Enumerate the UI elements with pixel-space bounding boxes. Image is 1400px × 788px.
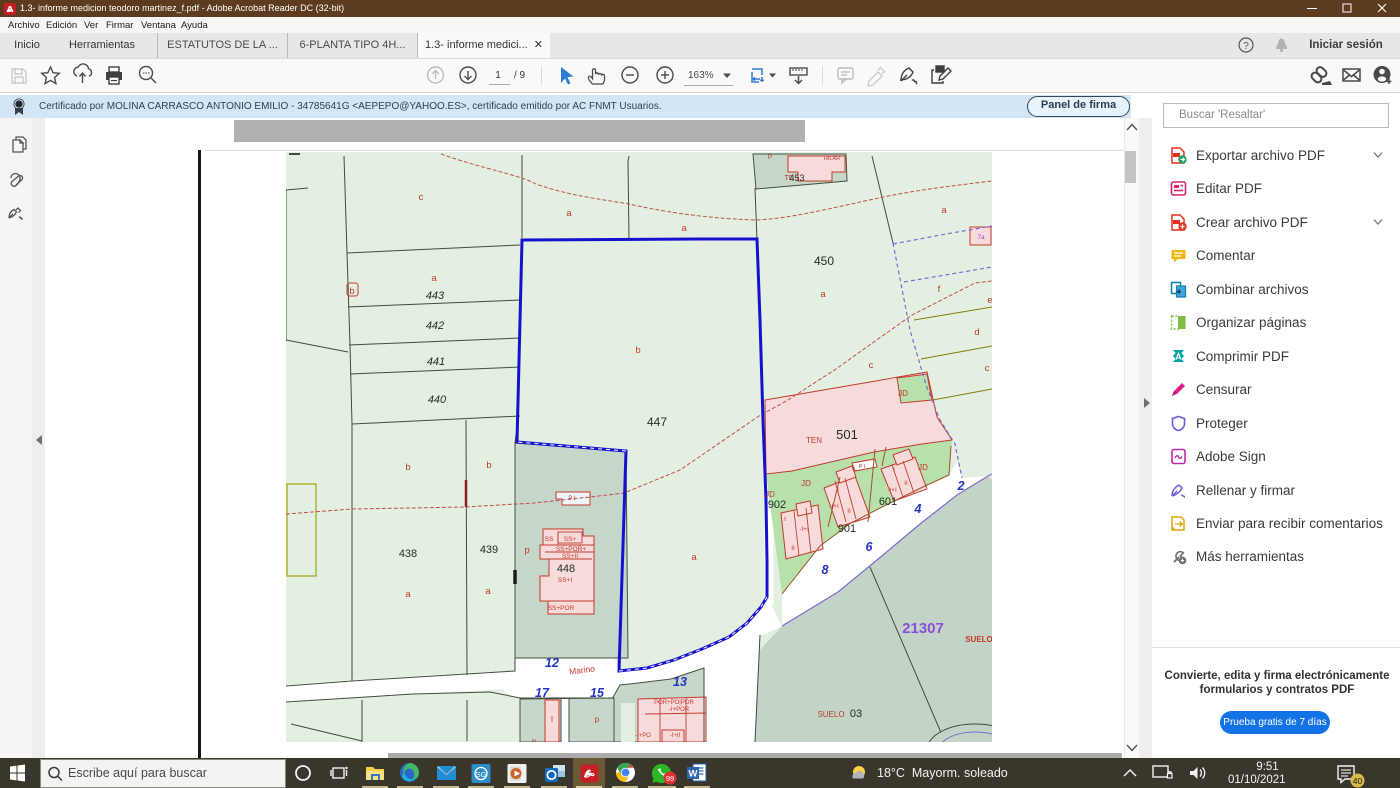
svg-text:b: b xyxy=(486,460,491,471)
svg-text:e: e xyxy=(987,295,992,306)
svg-text:POR+PO|POR: POR+PO|POR xyxy=(654,700,694,706)
svg-text:443: 443 xyxy=(426,290,445,302)
svg-text:2: 2 xyxy=(957,479,965,493)
svg-text:II: II xyxy=(791,545,795,552)
svg-text:442: 442 xyxy=(426,320,444,332)
svg-text:1: 1 xyxy=(495,70,501,81)
svg-text:II: II xyxy=(847,508,851,515)
svg-text:I: I xyxy=(893,467,895,474)
svg-text:a: a xyxy=(820,289,826,300)
svg-text:902: 902 xyxy=(768,499,786,511)
svg-text:163%: 163% xyxy=(688,70,714,81)
svg-text:f: f xyxy=(938,284,941,295)
svg-text:SS+POR: SS+POR xyxy=(548,605,575,612)
svg-text:6: 6 xyxy=(866,540,874,554)
svg-text:-I+II: -I+II xyxy=(670,733,681,739)
svg-text:40: 40 xyxy=(1353,776,1363,786)
svg-text:441: 441 xyxy=(427,356,445,368)
svg-text:P I: P I xyxy=(568,496,576,502)
svg-text:-I+I: -I+I xyxy=(799,526,809,533)
svg-text:p: p xyxy=(595,715,600,724)
svg-text:P: P xyxy=(768,155,772,161)
svg-text:b: b xyxy=(349,286,354,297)
svg-text:-I+I: -I+I xyxy=(829,503,839,510)
svg-text:03: 03 xyxy=(850,708,862,720)
svg-text:a: a xyxy=(681,223,687,234)
svg-text:d: d xyxy=(974,327,979,338)
svg-text:-I+POR: -I+POR xyxy=(669,707,690,713)
svg-text:901: 901 xyxy=(838,523,856,535)
svg-text:b: b xyxy=(405,462,410,473)
svg-text:II: II xyxy=(904,480,908,487)
svg-text:448: 448 xyxy=(557,563,575,575)
svg-text:JD: JD xyxy=(801,479,811,488)
svg-text:a: a xyxy=(431,273,437,284)
svg-text:17: 17 xyxy=(535,686,550,700)
svg-text:SUELO: SUELO xyxy=(817,710,844,719)
svg-text:SS: SS xyxy=(545,536,554,543)
svg-text:TE: TE xyxy=(785,175,794,182)
svg-text:a: a xyxy=(941,205,947,216)
svg-text:a: a xyxy=(566,208,572,219)
svg-text:-I+I: -I+I xyxy=(887,487,897,494)
svg-text:439: 439 xyxy=(480,544,498,556)
svg-text:SS+: SS+ xyxy=(564,536,577,543)
svg-text:SG: SG xyxy=(476,770,487,779)
svg-text:13: 13 xyxy=(673,675,687,689)
svg-text:?: ? xyxy=(1243,41,1249,52)
svg-text:8: 8 xyxy=(822,563,829,577)
svg-text:21307: 21307 xyxy=(902,620,944,637)
svg-text:15: 15 xyxy=(590,686,605,700)
svg-text:12: 12 xyxy=(545,656,559,670)
svg-text:HILAR: HILAR xyxy=(824,156,840,162)
svg-text:b: b xyxy=(635,345,640,356)
svg-text:447: 447 xyxy=(647,415,667,429)
svg-text:p: p xyxy=(524,545,529,556)
svg-text:SS+POR+: SS+POR+ xyxy=(556,546,587,553)
svg-text:I: I xyxy=(837,487,839,494)
svg-text:/ 9: / 9 xyxy=(514,70,526,81)
svg-text:450: 450 xyxy=(814,254,834,268)
svg-text:JD: JD xyxy=(918,463,928,472)
svg-text:JD: JD xyxy=(898,389,908,398)
svg-text:JD: JD xyxy=(765,490,775,499)
svg-text:SS+I: SS+I xyxy=(558,577,572,584)
svg-text:c: c xyxy=(869,360,874,371)
svg-text:SS+II: SS+II xyxy=(562,553,578,560)
svg-text:a: a xyxy=(405,589,411,600)
svg-text:c: c xyxy=(419,192,424,203)
svg-text:440: 440 xyxy=(428,394,447,406)
svg-text:I: I xyxy=(551,715,553,724)
svg-text:SUELO: SUELO xyxy=(965,635,992,644)
svg-text:601: 601 xyxy=(879,496,897,508)
svg-text:p: p xyxy=(532,737,537,742)
svg-text:-I+PO: -I+PO xyxy=(635,733,651,739)
svg-text:4: 4 xyxy=(914,502,922,516)
svg-text:P I: P I xyxy=(859,464,866,470)
svg-text:a: a xyxy=(485,586,491,597)
svg-text:501: 501 xyxy=(836,427,858,442)
svg-text:TEN: TEN xyxy=(806,436,822,445)
svg-text:7a: 7a xyxy=(977,234,985,241)
svg-text:a: a xyxy=(691,552,697,563)
svg-text:438: 438 xyxy=(399,548,417,560)
svg-text:I: I xyxy=(784,516,786,523)
svg-text:W: W xyxy=(689,769,698,780)
svg-text:c: c xyxy=(985,363,990,374)
svg-text:99: 99 xyxy=(666,774,674,783)
